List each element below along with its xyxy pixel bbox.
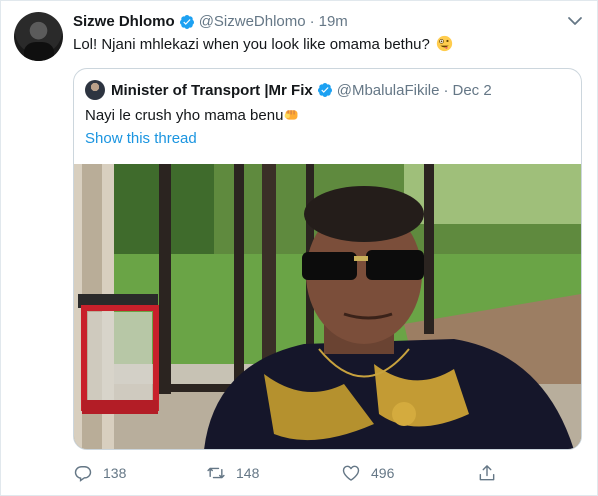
share-icon [479, 465, 495, 481]
author-avatar[interactable] [14, 12, 63, 61]
separator-dot: · [443, 81, 449, 99]
quoted-author-name: Minister of Transport |Mr Fix [111, 81, 313, 99]
like-count: 496 [371, 465, 395, 481]
quoted-header: Minister of Transport |Mr Fix @MbalulaFi… [85, 80, 492, 100]
retweet-button[interactable]: 148 [206, 463, 259, 483]
heart-icon [342, 465, 360, 481]
tweet-card[interactable]: Sizwe Dhlomo @SizweDhlomo · 19m Lol! Nja… [0, 0, 598, 496]
photo-image [74, 164, 581, 449]
tweet-timestamp[interactable]: 19m [319, 13, 348, 30]
quoted-text-content: Nayi le crush yho mama benu [85, 107, 284, 124]
retweet-count: 148 [236, 465, 260, 481]
zany-face-emoji-icon [436, 35, 453, 52]
tweet-text: Lol! Njani mhlekazi when you look like o… [73, 35, 453, 55]
tweet-actions: 138 148 496 [73, 463, 503, 485]
verified-badge-icon [179, 14, 194, 29]
quoted-handle: @MbalulaFikile [336, 81, 440, 99]
tweet-text-content: Lol! Njani mhlekazi when you look like o… [73, 36, 430, 53]
show-thread-link[interactable]: Show this thread [85, 130, 197, 147]
fist-emoji-icon [285, 110, 298, 120]
reply-count: 138 [103, 465, 127, 481]
chevron-down-icon[interactable] [567, 15, 583, 27]
reply-icon [74, 466, 92, 482]
quoted-text: Nayi le crush yho mama benu [85, 106, 300, 126]
author-handle[interactable]: @SizweDhlomo [199, 13, 306, 30]
reply-button[interactable]: 138 [73, 463, 126, 483]
tweet-header: Sizwe Dhlomo @SizweDhlomo · 19m [73, 13, 348, 30]
quoted-avatar [85, 80, 105, 100]
verified-badge-icon [317, 83, 332, 97]
quoted-date: Dec 2 [452, 81, 492, 99]
quoted-tweet[interactable]: Minister of Transport |Mr Fix @MbalulaFi… [73, 68, 582, 450]
retweet-icon [207, 467, 225, 479]
quoted-photo[interactable] [74, 164, 581, 449]
share-button[interactable] [477, 463, 507, 483]
like-button[interactable]: 496 [341, 463, 394, 483]
author-name[interactable]: Sizwe Dhlomo [73, 13, 175, 30]
separator-dot: · [309, 13, 315, 30]
